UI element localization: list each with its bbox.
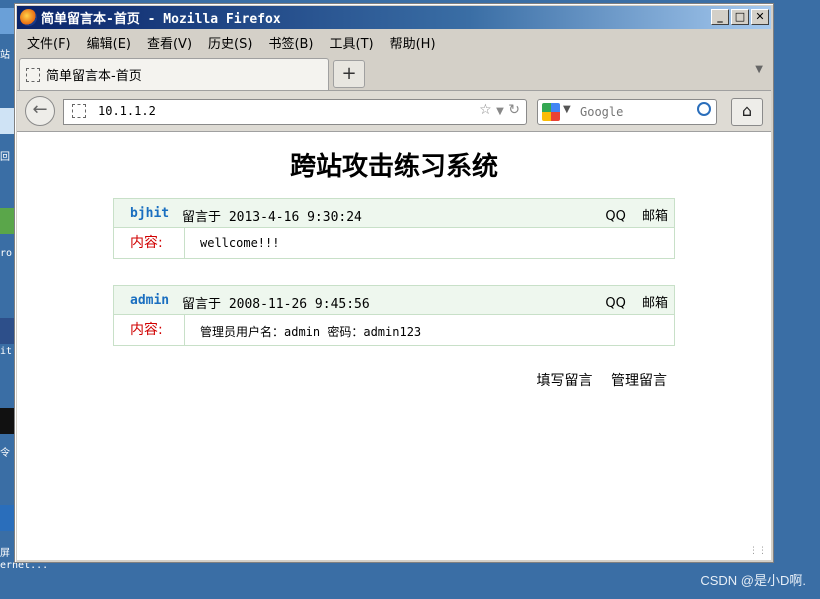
content-label: 内容: <box>114 228 185 258</box>
message-header: admin 留言于 2008-11-26 9:45:56 QQ 邮箱 <box>114 286 674 315</box>
write-message-link[interactable]: 填写留言 <box>537 373 593 389</box>
message-content: 管理员用户名：admin 密码：admin123 <box>200 325 422 339</box>
new-tab-button[interactable]: + <box>333 60 365 88</box>
menu-bar: 文件(F) 编辑(E) 查看(V) 历史(S) 书签(B) 工具(T) 帮助(H… <box>19 31 444 53</box>
shortcut-icon[interactable] <box>0 505 14 531</box>
menu-tools[interactable]: 工具(T) <box>322 31 382 53</box>
browser-window: 简单留言本-首页 - Mozilla Firefox _ □ ✕ 文件(F) 编… <box>14 3 774 563</box>
message-header: bjhit 留言于 2013-4-16 9:30:24 QQ 邮箱 <box>114 199 674 228</box>
menu-bookmarks[interactable]: 书签(B) <box>260 31 321 53</box>
tab-label: 简单留言本-首页 <box>46 69 142 84</box>
home-button[interactable]: ⌂ <box>731 98 763 126</box>
url-bar[interactable]: 10.1.1.2 ☆ ▼ ↻ <box>63 99 527 125</box>
search-bar[interactable]: ▼ <box>537 99 717 125</box>
menu-view[interactable]: 查看(V) <box>139 31 200 53</box>
desktop-icon[interactable] <box>0 8 14 34</box>
firefox-icon <box>20 9 37 26</box>
message-body: 内容: 管理员用户名：admin 密码：admin123 <box>114 315 674 345</box>
page-favicon-icon <box>26 67 40 82</box>
close-button[interactable]: ✕ <box>751 9 769 25</box>
engine-dropdown-icon[interactable]: ▼ <box>563 104 571 115</box>
page-title: 跨站攻击练习系统 <box>289 152 498 182</box>
search-input[interactable] <box>578 103 692 121</box>
message-author[interactable]: admin <box>130 293 169 308</box>
menu-help[interactable]: 帮助(H) <box>382 31 444 53</box>
menu-history[interactable]: 历史(S) <box>200 31 260 53</box>
navigation-toolbar: ← 10.1.1.2 ☆ ▼ ↻ ▼ ⌂ <box>17 91 771 132</box>
url-text[interactable]: 10.1.1.2 <box>98 104 156 118</box>
resize-grip-icon[interactable]: ⋮⋮ <box>749 546 767 556</box>
email-link[interactable]: 邮箱 <box>642 296 668 311</box>
tab-list-chevron-icon[interactable]: ▼ <box>755 64 763 75</box>
desktop-icon-label: 站 <box>0 50 10 61</box>
google-engine-icon[interactable] <box>542 103 560 121</box>
qq-link[interactable]: QQ <box>605 296 625 311</box>
tab-strip: 简单留言本-首页 + ▼ <box>17 56 771 91</box>
message-timestamp: 留言于 2013-4-16 9:30:24 <box>182 210 362 225</box>
window-title: 简单留言本-首页 - Mozilla Firefox <box>41 12 281 27</box>
desktop-shortcut-icon[interactable] <box>0 208 14 234</box>
desktop-icon-label: 令 <box>0 448 10 459</box>
minimize-button[interactable]: _ <box>711 9 729 25</box>
reload-icon[interactable]: ↻ <box>508 102 520 118</box>
back-button[interactable]: ← <box>25 96 55 126</box>
desktop-icon-label: 回 <box>0 152 10 163</box>
desktop-icon-label: ro <box>0 248 13 259</box>
manage-messages-link[interactable]: 管理留言 <box>611 373 667 389</box>
desktop-icon-label: it <box>0 346 13 357</box>
email-link[interactable]: 邮箱 <box>642 209 668 224</box>
history-dropdown-icon[interactable]: ▼ <box>496 106 504 117</box>
bookmark-star-icon[interactable]: ☆ <box>479 102 492 118</box>
title-bar[interactable]: 简单留言本-首页 - Mozilla Firefox _ □ ✕ <box>17 6 771 29</box>
window-controls: _ □ ✕ <box>711 9 769 25</box>
menu-edit[interactable]: 编辑(E) <box>79 31 139 53</box>
message-author[interactable]: bjhit <box>130 206 169 221</box>
computer-icon[interactable] <box>0 318 14 344</box>
tab-home[interactable]: 简单留言本-首页 <box>19 58 329 90</box>
content-label: 内容: <box>114 315 185 345</box>
message-entry: admin 留言于 2008-11-26 9:45:56 QQ 邮箱 内容: 管… <box>113 285 675 346</box>
message-entry: bjhit 留言于 2013-4-16 9:30:24 QQ 邮箱 内容: we… <box>113 198 675 259</box>
search-icon[interactable] <box>697 102 711 116</box>
qq-link[interactable]: QQ <box>605 209 625 224</box>
message-timestamp: 留言于 2008-11-26 9:45:56 <box>182 297 370 312</box>
command-prompt-icon[interactable] <box>0 408 14 434</box>
watermark: CSDN @是小D啊. <box>700 573 806 588</box>
recycle-bin-icon[interactable] <box>0 108 14 134</box>
menu-file[interactable]: 文件(F) <box>19 31 79 53</box>
message-content: wellcome!!! <box>200 236 280 250</box>
message-body: 内容: wellcome!!! <box>114 228 674 258</box>
page-content: 跨站攻击练习系统 bjhit 留言于 2013-4-16 9:30:24 QQ … <box>17 132 771 560</box>
desktop-icon-label: 屏 <box>0 548 10 559</box>
maximize-button[interactable]: □ <box>731 9 749 25</box>
site-identity-icon[interactable] <box>72 104 86 118</box>
